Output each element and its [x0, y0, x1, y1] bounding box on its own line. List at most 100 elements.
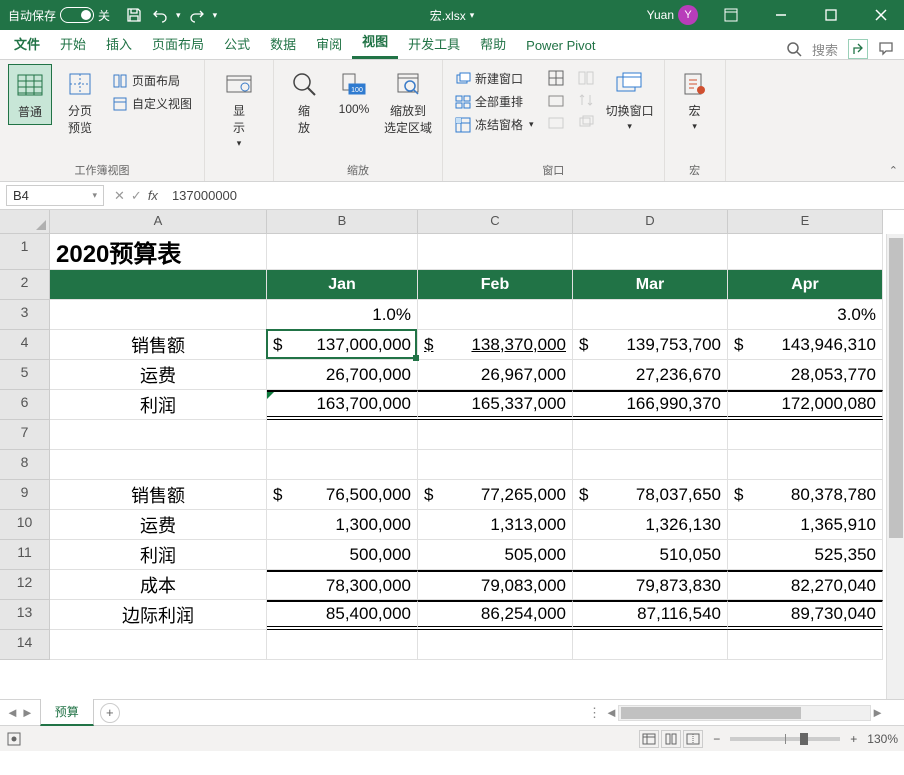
chevron-down-icon[interactable]: ▾	[470, 10, 475, 21]
cell-E9[interactable]: $80,378,780	[728, 480, 883, 510]
vertical-scrollbar[interactable]	[886, 234, 904, 699]
zoom-button[interactable]: 缩 放	[282, 64, 326, 140]
tab-formulas[interactable]: 公式	[214, 28, 260, 59]
chevron-down-icon[interactable]: ▾	[213, 10, 218, 21]
freeze-panes-button[interactable]: 冻结窗格▾	[451, 114, 538, 135]
custom-views-button[interactable]: 自定义视图	[108, 93, 196, 114]
maximize-icon[interactable]	[808, 0, 854, 30]
macros-button[interactable]: 宏 ▾	[673, 64, 717, 136]
unhide-button[interactable]	[544, 112, 568, 132]
cell-E12[interactable]: 82,270,040	[728, 570, 883, 600]
split-handle[interactable]: ⋮	[584, 705, 605, 721]
cell-A11[interactable]: 利润	[50, 540, 267, 570]
row-header-14[interactable]: 14	[0, 630, 49, 660]
cell-B1[interactable]	[267, 234, 418, 270]
macro-record-icon[interactable]	[6, 731, 22, 747]
row-header-4[interactable]: 4	[0, 330, 49, 360]
tab-developer[interactable]: 开发工具	[398, 28, 470, 59]
cell-A10[interactable]: 运费	[50, 510, 267, 540]
page-layout-button[interactable]: 页面布局	[108, 70, 196, 91]
row-header-10[interactable]: 10	[0, 510, 49, 540]
cell-E4[interactable]: $143,946,310	[728, 330, 883, 360]
cell-B4[interactable]: $137,000,000	[267, 330, 418, 360]
zoom-out-icon[interactable]: −	[713, 732, 720, 746]
cell-B2[interactable]: Jan	[267, 270, 418, 300]
collapse-ribbon-icon[interactable]: ⌃	[889, 164, 898, 177]
tab-help[interactable]: 帮助	[470, 28, 516, 59]
switch-windows-button[interactable]: 切换窗口 ▾	[604, 64, 656, 136]
cell-B13[interactable]: 85,400,000	[267, 600, 418, 630]
cell-B3[interactable]: 1.0%	[267, 300, 418, 330]
split-button[interactable]	[544, 68, 568, 88]
cell-D12[interactable]: 79,873,830	[573, 570, 728, 600]
search-icon[interactable]	[786, 41, 802, 57]
cell-D10[interactable]: 1,326,130	[573, 510, 728, 540]
zoom-in-icon[interactable]: +	[850, 732, 857, 746]
scroll-thumb[interactable]	[621, 707, 801, 719]
cell-C7[interactable]	[418, 420, 573, 450]
row-header-7[interactable]: 7	[0, 420, 49, 450]
row-header-5[interactable]: 5	[0, 360, 49, 390]
cell-A4[interactable]: 销售额	[50, 330, 267, 360]
cell-A1[interactable]: 2020预算表	[50, 234, 267, 270]
cell-A3[interactable]	[50, 300, 267, 330]
cell-E10[interactable]: 1,365,910	[728, 510, 883, 540]
sync-scroll-button[interactable]	[574, 90, 598, 110]
cell-E2[interactable]: Apr	[728, 270, 883, 300]
cell-B12[interactable]: 78,300,000	[267, 570, 418, 600]
ribbon-options-icon[interactable]	[708, 0, 754, 30]
cell-B11[interactable]: 500,000	[267, 540, 418, 570]
tab-power-pivot[interactable]: Power Pivot	[516, 32, 605, 59]
arrange-all-button[interactable]: 全部重排	[451, 91, 538, 112]
cell-B5[interactable]: 26,700,000	[267, 360, 418, 390]
cell-A12[interactable]: 成本	[50, 570, 267, 600]
zoom-level-label[interactable]: 130%	[867, 732, 898, 746]
cell-C6[interactable]: 165,337,000	[418, 390, 573, 420]
show-button[interactable]: 显 示 ▾	[217, 64, 261, 153]
share-button[interactable]	[848, 39, 868, 59]
chevron-down-icon[interactable]: ▾	[92, 190, 97, 201]
cell-C2[interactable]: Feb	[418, 270, 573, 300]
tab-review[interactable]: 审阅	[306, 28, 352, 59]
tab-view[interactable]: 视图	[352, 25, 398, 59]
cancel-formula-icon[interactable]: ✕	[114, 188, 125, 204]
search-label[interactable]: 搜索	[812, 40, 838, 59]
cell-E3[interactable]: 3.0%	[728, 300, 883, 330]
cell-A8[interactable]	[50, 450, 267, 480]
scroll-thumb[interactable]	[889, 238, 903, 538]
name-box[interactable]: B4 ▾	[6, 185, 104, 206]
cell-D8[interactable]	[573, 450, 728, 480]
cell-E8[interactable]	[728, 450, 883, 480]
user-avatar[interactable]: Y	[678, 5, 698, 25]
row-header-8[interactable]: 8	[0, 450, 49, 480]
cell-D11[interactable]: 510,050	[573, 540, 728, 570]
cell-D13[interactable]: 87,116,540	[573, 600, 728, 630]
row-header-13[interactable]: 13	[0, 600, 49, 630]
redo-icon[interactable]	[187, 5, 207, 25]
page-break-preview-button[interactable]: 分页 预览	[58, 64, 102, 140]
cell-B14[interactable]	[267, 630, 418, 660]
enter-formula-icon[interactable]: ✓	[131, 188, 142, 204]
view-side-by-side-button[interactable]	[574, 68, 598, 88]
minimize-icon[interactable]	[758, 0, 804, 30]
cell-D3[interactable]	[573, 300, 728, 330]
cell-D2[interactable]: Mar	[573, 270, 728, 300]
zoom-selection-button[interactable]: 缩放到 选定区域	[382, 64, 434, 140]
cell-E14[interactable]	[728, 630, 883, 660]
column-header-A[interactable]: A	[50, 210, 267, 233]
row-header-3[interactable]: 3	[0, 300, 49, 330]
cell-C10[interactable]: 1,313,000	[418, 510, 573, 540]
cell-D14[interactable]	[573, 630, 728, 660]
formula-input[interactable]: 137000000	[166, 186, 904, 205]
cell-C1[interactable]	[418, 234, 573, 270]
cell-D9[interactable]: $78,037,650	[573, 480, 728, 510]
horizontal-scrollbar[interactable]	[618, 705, 871, 721]
cell-C12[interactable]: 79,083,000	[418, 570, 573, 600]
page-layout-view-icon[interactable]	[661, 730, 681, 748]
cell-E7[interactable]	[728, 420, 883, 450]
cell-B6[interactable]: 163,700,000	[267, 390, 418, 420]
cell-A9[interactable]: 销售额	[50, 480, 267, 510]
tab-data[interactable]: 数据	[260, 28, 306, 59]
new-window-button[interactable]: 新建窗口	[451, 68, 538, 89]
row-header-12[interactable]: 12	[0, 570, 49, 600]
